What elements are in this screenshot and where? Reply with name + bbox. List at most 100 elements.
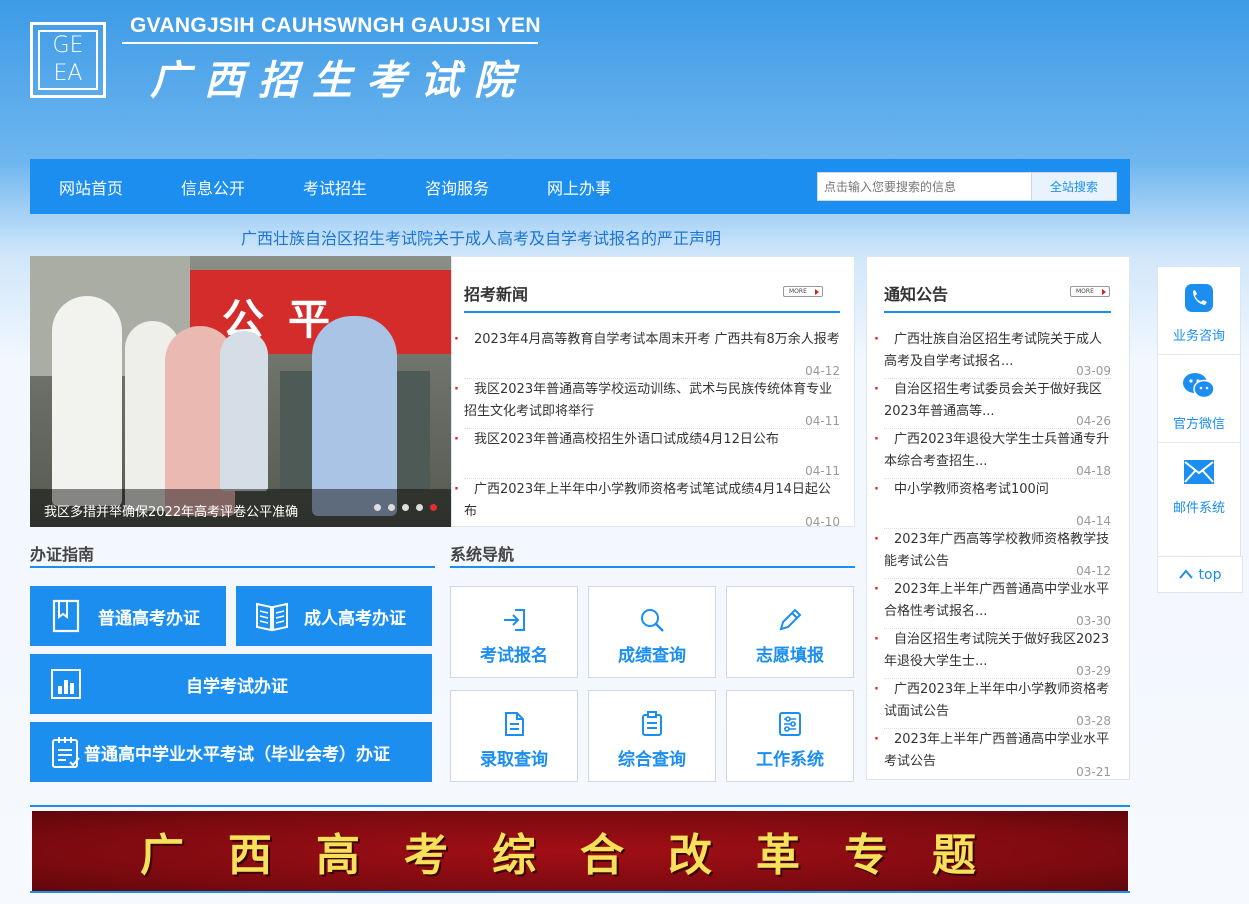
chevron-up-icon bbox=[1178, 567, 1193, 583]
gaokao-cert-label: 普通高考办证 bbox=[98, 608, 200, 629]
sign-in-icon bbox=[451, 605, 577, 635]
news-item[interactable]: 我区2023年普通高等学校运动训练、武术与民族传统体育专业招生文化考试即将举行 … bbox=[454, 379, 840, 429]
notice-item[interactable]: 广西壮族自治区招生考试院关于成人高考及自学考试报名... 03-09 bbox=[874, 329, 1111, 379]
volunteer-fill-label: 志愿填报 bbox=[756, 646, 824, 666]
search-bar: 全站搜索 bbox=[817, 172, 1117, 201]
news-more-button[interactable]: MORE bbox=[783, 286, 823, 297]
news-item-date: 04-10 bbox=[805, 515, 840, 529]
sidebar-item-wechat[interactable]: 官方微信 bbox=[1158, 355, 1240, 443]
comprehensive-query-label: 综合查询 bbox=[618, 750, 686, 770]
back-to-top-label: top bbox=[1198, 566, 1222, 583]
highschool-cert-label: 普通高中学业水平考试（毕业会考）办证 bbox=[84, 744, 390, 765]
news-title-rule bbox=[464, 311, 840, 313]
floating-sidebar: 业务咨询 官方微信 邮件系统 bbox=[1157, 266, 1241, 568]
news-item-text: 广西2023年上半年中小学教师资格考试笔试成绩4月14日起公布 bbox=[454, 479, 840, 523]
adult-exam-cert-label: 成人高考办证 bbox=[304, 608, 406, 629]
notice-item[interactable]: 2023年广西高等学校教师资格教学技能考试公告 04-12 bbox=[874, 529, 1111, 579]
slider-caption-text: 我区多措并举确保2022年高考评卷公平准确 bbox=[44, 505, 299, 520]
search-button[interactable]: 全站搜索 bbox=[1031, 172, 1117, 201]
slider-dot[interactable] bbox=[374, 504, 381, 511]
slider-dot[interactable] bbox=[416, 504, 423, 511]
notice-item-date: 04-18 bbox=[1076, 464, 1111, 478]
news-item[interactable]: 我区2023年普通高校招生外语口试成绩4月12日公布 04-11 bbox=[454, 429, 840, 479]
nav-item-info[interactable]: 信息公开 bbox=[152, 175, 274, 199]
site-logo[interactable]: GE EA bbox=[30, 22, 106, 98]
back-to-top-button[interactable]: top bbox=[1157, 556, 1243, 593]
photo-person bbox=[220, 331, 268, 491]
announcement-link[interactable]: 广西壮族自治区招生考试院关于成人高考及自学考试报名的严正声明 bbox=[241, 225, 721, 249]
reform-banner-text: 广西高考综合改革专题 bbox=[140, 830, 1020, 881]
notice-item-date: 03-30 bbox=[1076, 614, 1111, 628]
notice-item[interactable]: 中小学教师资格考试100问 04-14 bbox=[874, 479, 1111, 529]
score-query-tile[interactable]: 成绩查询 bbox=[588, 586, 716, 678]
news-item-date: 04-12 bbox=[805, 364, 840, 378]
reform-banner[interactable]: 广西高考综合改革专题 bbox=[32, 811, 1128, 891]
news-item-text: 我区2023年普通高等学校运动训练、武术与民族传统体育专业招生文化考试即将举行 bbox=[454, 379, 840, 423]
notice-item-text: 中小学教师资格考试100问 bbox=[874, 479, 1111, 501]
notice-item-date: 03-21 bbox=[1076, 765, 1111, 779]
adult-exam-cert-button[interactable]: 成人高考办证 bbox=[236, 586, 432, 646]
notice-panel: 通知公告 MORE 广西壮族自治区招生考试院关于成人高考及自学考试报名... 0… bbox=[866, 256, 1130, 780]
site-name-cn: 广西招生考试院 bbox=[150, 57, 528, 104]
admission-query-label: 录取查询 bbox=[480, 750, 548, 770]
slider-dot[interactable] bbox=[388, 504, 395, 511]
notice-more-button[interactable]: MORE bbox=[1070, 286, 1110, 297]
notice-item[interactable]: 自治区招生考试院关于做好我区2023年退役大学生士... 03-29 bbox=[874, 629, 1111, 679]
logo-mark: GE EA bbox=[38, 30, 98, 90]
news-panel: 招考新闻 MORE 2023年4月高等教育自学考试本周末开考 广西共有8万余人报… bbox=[451, 256, 855, 529]
document-icon bbox=[48, 598, 84, 634]
bar-chart-icon bbox=[48, 666, 84, 702]
nav-item-exam[interactable]: 考试招生 bbox=[274, 175, 396, 199]
nav-item-consult[interactable]: 咨询服务 bbox=[396, 175, 518, 199]
work-system-label: 工作系统 bbox=[756, 750, 824, 770]
guide-section-rule bbox=[30, 566, 435, 568]
wechat-icon bbox=[1182, 373, 1216, 405]
notice-item-date: 04-12 bbox=[1076, 564, 1111, 578]
work-system-tile[interactable]: 工作系统 bbox=[726, 690, 854, 782]
admission-query-tile[interactable]: 录取查询 bbox=[450, 690, 578, 782]
self-study-cert-button[interactable]: 自学考试办证 bbox=[30, 654, 432, 714]
sidebar-consult-label: 业务咨询 bbox=[1172, 329, 1225, 344]
sidebar-item-mail[interactable]: 邮件系统 bbox=[1158, 443, 1240, 531]
pencil-icon bbox=[727, 605, 853, 635]
self-study-cert-label: 自学考试办证 bbox=[186, 676, 288, 697]
volunteer-fill-tile[interactable]: 志愿填报 bbox=[726, 586, 854, 678]
system-section-title: 系统导航 bbox=[450, 545, 515, 564]
notice-item-date: 03-28 bbox=[1076, 714, 1111, 728]
exam-registration-tile[interactable]: 考试报名 bbox=[450, 586, 578, 678]
header-divider bbox=[122, 42, 538, 44]
reform-banner-wrap: 广西高考综合改革专题 bbox=[30, 805, 1130, 893]
sidebar-item-consult[interactable]: 业务咨询 bbox=[1158, 267, 1240, 355]
news-slider[interactable]: 公平 和 我区多措并举确保2022年高考评卷公平准确 bbox=[30, 256, 451, 527]
highschool-cert-button[interactable]: 普通高中学业水平考试（毕业会考）办证 bbox=[30, 722, 432, 782]
notice-item[interactable]: 2023年上半年广西普通高中学业水平合格性考试报名... 03-30 bbox=[874, 579, 1111, 629]
phone-chat-icon bbox=[1184, 284, 1214, 317]
sidebar-mail-label: 邮件系统 bbox=[1172, 501, 1225, 516]
slider-dots bbox=[374, 504, 437, 511]
notice-title-rule bbox=[884, 311, 1111, 313]
notice-item[interactable]: 2023年上半年广西普通高中学业水平考试公告 03-21 bbox=[874, 729, 1111, 779]
site-name-en: GVANGJSIH CAUHSWNGH GAUJSI YEN bbox=[130, 14, 541, 37]
score-query-label: 成绩查询 bbox=[618, 646, 686, 666]
news-item[interactable]: 广西2023年上半年中小学教师资格考试笔试成绩4月14日起公布 04-10 bbox=[454, 479, 840, 529]
photo-person bbox=[312, 316, 397, 516]
comprehensive-query-tile[interactable]: 综合查询 bbox=[588, 690, 716, 782]
notice-item[interactable]: 自治区招生考试委员会关于做好我区2023年普通高等... 04-26 bbox=[874, 379, 1111, 429]
news-item-date: 04-11 bbox=[805, 414, 840, 428]
nav-item-home[interactable]: 网站首页 bbox=[30, 175, 152, 199]
notice-item[interactable]: 广西2023年退役大学生士兵普通专升本综合考查招生... 04-18 bbox=[874, 429, 1111, 479]
notice-item[interactable]: 广西2023年上半年中小学教师资格考试面试公告 03-28 bbox=[874, 679, 1111, 729]
gaokao-cert-button[interactable]: 普通高考办证 bbox=[30, 586, 226, 646]
slider-dot-active[interactable] bbox=[430, 504, 437, 511]
news-item[interactable]: 2023年4月高等教育自学考试本周末开考 广西共有8万余人报考 04-12 bbox=[454, 329, 840, 379]
notice-title: 通知公告 bbox=[884, 285, 949, 304]
news-item-text: 2023年4月高等教育自学考试本周末开考 广西共有8万余人报考 bbox=[454, 329, 840, 351]
sidebar-wechat-label: 官方微信 bbox=[1172, 417, 1225, 432]
nav-item-online[interactable]: 网上办事 bbox=[518, 175, 640, 199]
search-input[interactable] bbox=[817, 172, 1031, 201]
photo-person bbox=[52, 296, 122, 506]
notice-item-date: 04-26 bbox=[1076, 414, 1111, 428]
notice-item-date: 03-09 bbox=[1076, 364, 1111, 378]
slider-dot[interactable] bbox=[402, 504, 409, 511]
file-icon bbox=[451, 709, 577, 739]
